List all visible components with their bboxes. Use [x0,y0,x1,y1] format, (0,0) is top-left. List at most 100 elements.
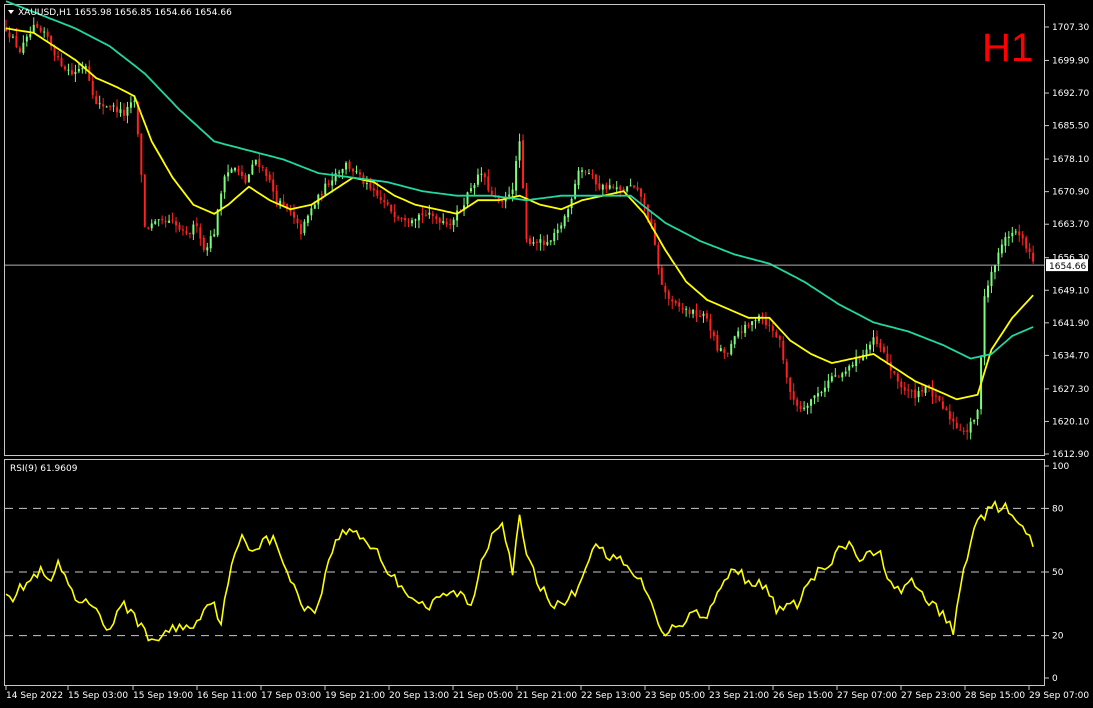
candle-body [903,387,906,391]
candle-body [355,171,358,173]
candle-body [220,193,223,209]
candle-body [560,225,563,229]
candle-body [414,219,417,221]
candle-body [886,353,889,362]
candle-body [490,190,493,195]
candle-body [810,399,813,406]
candle-body [105,106,108,108]
candle-body [209,236,212,249]
candle-body [417,214,420,221]
candle-body [36,23,39,28]
candle-body [563,216,566,227]
candle-body [959,429,962,431]
candle-body [792,391,795,400]
candle-body [25,36,28,42]
time-tick-label: 17 Sep 03:00 [261,691,321,701]
candle-body [695,309,698,317]
candle-body [962,430,965,432]
candle[interactable] [247,173,250,183]
candle-body [948,411,951,420]
mt4-chart[interactable]: 1654.66 1707.301699.901692.701685.501678… [0,0,1093,708]
candle-body [293,211,296,218]
candle-body [844,371,847,374]
candle-body [969,421,972,433]
time-tick-label: 23 Sep 05:00 [645,691,705,701]
candle-body [400,217,403,219]
candle-body [122,109,125,116]
candle-body [827,380,830,388]
candle-body [202,237,205,250]
candle-body [702,313,705,316]
candle-body [116,106,119,113]
candle-body [234,167,237,171]
time-tick-label: 26 Sep 15:00 [773,691,833,701]
candle-body [879,342,882,349]
candle-body [733,336,736,345]
price-tick-label: 1692.70 [1052,89,1089,99]
candle-body [1025,237,1028,249]
candle-body [785,361,788,378]
candle-body [63,66,66,70]
candle-body [993,264,996,273]
candle-body [223,176,226,193]
price-tick-label: 1620.10 [1052,417,1089,427]
candle-body [667,291,670,299]
candle[interactable] [522,134,525,189]
candle-body [973,420,976,422]
candle-body [591,173,594,175]
candle-body [907,389,910,391]
candle-body [848,365,851,371]
candle[interactable] [525,182,528,243]
candle-body [813,395,816,399]
rsi-tick-label: 50 [1052,568,1064,578]
candle-body [875,336,878,345]
candle-body [379,196,382,201]
candle[interactable] [143,174,146,228]
candle-body [1007,236,1010,238]
candle-body [820,392,823,394]
candle-body [570,198,573,209]
candle-body [150,223,153,229]
candle-body [352,168,354,172]
candle-body [990,271,993,287]
candle-body [247,174,250,183]
candle-body [487,176,490,191]
price-tick-label: 1649.10 [1052,286,1089,296]
candle-body [254,159,257,165]
candle-body [799,406,802,410]
time-tick-label: 15 Sep 03:00 [68,691,128,701]
candle-body [633,185,636,188]
candle-body [438,218,441,223]
candle-body [129,102,132,108]
candle-body [934,395,937,397]
candle-body [265,168,268,176]
candle[interactable] [983,288,986,366]
candle-body [567,209,570,218]
candle-body [133,100,136,102]
candle-body [872,337,875,345]
candle-body [95,96,98,105]
candle-body [140,133,143,175]
candle-body [522,140,525,189]
candle-body [77,68,80,72]
candle-body [830,376,833,382]
candle-body [584,171,587,173]
candle-body [383,200,386,203]
candle-body [945,408,948,411]
candle-body [331,180,334,186]
candle-body [719,348,722,351]
candle-body [109,105,112,107]
candle-body [605,184,608,190]
time-tick-label: 27 Sep 07:00 [837,691,897,701]
candle-body [227,172,230,177]
candle-body [740,331,743,333]
candle-body [74,72,77,74]
candle-body [851,364,854,367]
candle-body [213,234,216,237]
candle-body [199,227,202,239]
candle-body [365,183,368,185]
candle-body [601,184,604,190]
candle-body [730,343,733,355]
candle-body [67,69,70,71]
candle-body [508,194,511,197]
